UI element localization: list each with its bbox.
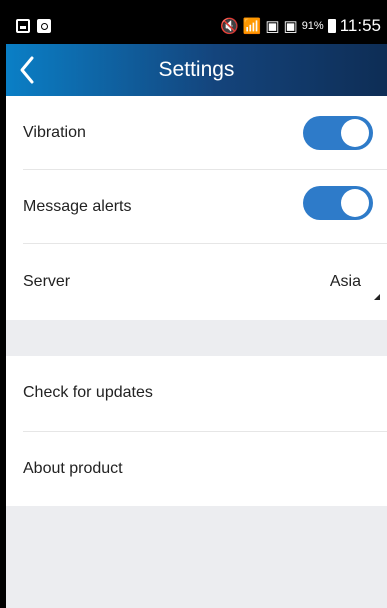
search-icon: [37, 19, 51, 33]
message-alerts-toggle[interactable]: [303, 186, 373, 220]
vibration-label: Vibration: [23, 124, 86, 141]
server-row[interactable]: Server Asia: [6, 244, 387, 320]
sim-no-signal-icon: ▣: [265, 17, 280, 35]
vibration-row: Vibration: [6, 96, 387, 170]
battery-percent: 91%: [301, 20, 324, 32]
mute-icon: 🔇: [219, 17, 239, 35]
message-alerts-row: Message alerts: [6, 170, 387, 244]
sim-no-signal-icon: ▣: [283, 17, 298, 35]
about-product-label: About product: [23, 460, 123, 477]
status-icons: 🔇 📶 ▣ ▣ 91% 11:55: [220, 8, 381, 44]
server-value[interactable]: Asia: [330, 273, 361, 291]
server-label: Server: [23, 273, 71, 290]
app-screen: 🔇 📶 ▣ ▣ 91% 11:55 Settings Vibration Mes…: [6, 8, 387, 608]
header-bar: Settings: [6, 44, 387, 96]
page-title: Settings: [158, 58, 235, 81]
check-updates-row[interactable]: Check for updates: [6, 356, 387, 432]
check-updates-label: Check for updates: [23, 384, 153, 401]
dropdown-arrow-icon: [374, 294, 380, 300]
vibration-toggle[interactable]: [303, 116, 373, 150]
toggle-knob: [341, 189, 369, 217]
photo-icon: [16, 19, 30, 33]
battery-icon: [327, 19, 336, 33]
message-alerts-label: Message alerts: [23, 198, 132, 215]
status-bar: 🔇 📶 ▣ ▣ 91% 11:55: [6, 8, 387, 44]
clock: 11:55: [339, 16, 381, 35]
about-product-row[interactable]: About product: [6, 432, 387, 506]
toggle-knob: [341, 119, 369, 147]
wifi-icon: 📶: [242, 17, 262, 35]
